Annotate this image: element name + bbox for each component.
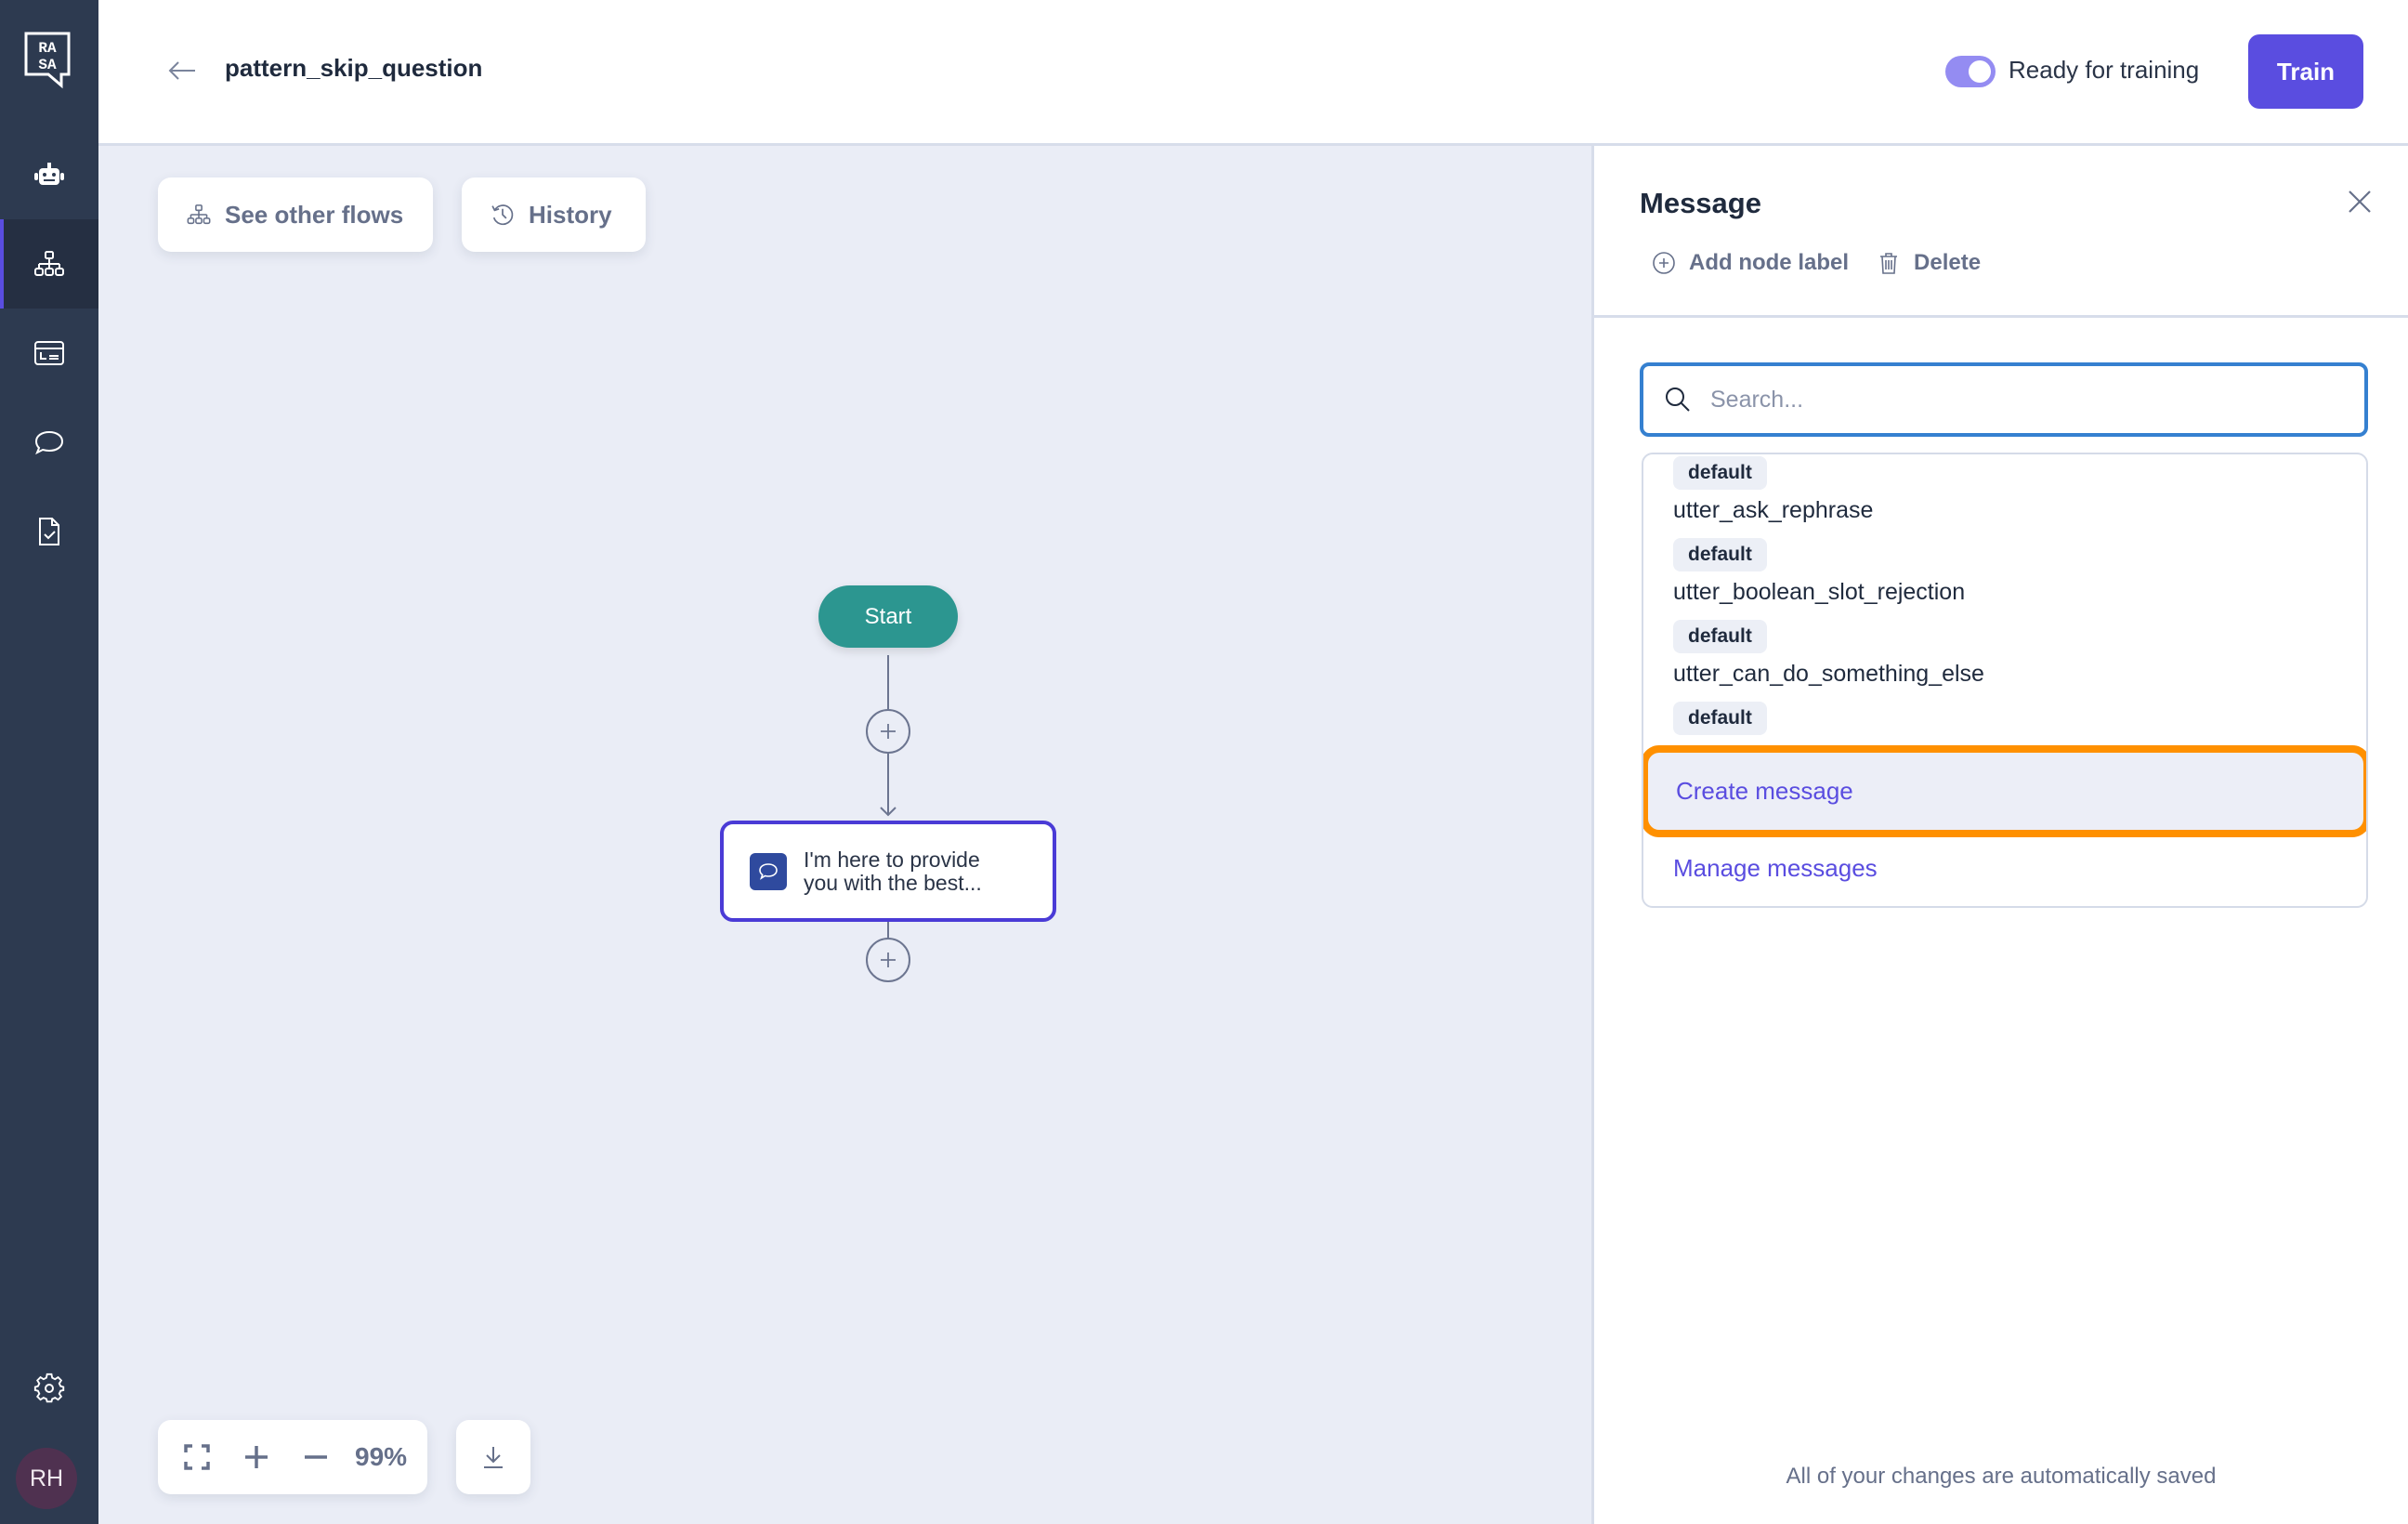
flow-canvas[interactable]: See other flows History Start I'm here t… <box>98 146 1591 1524</box>
zoom-controls: 99% <box>158 1420 427 1494</box>
default-badge: default <box>1673 538 1767 572</box>
sidebar-item-assistant[interactable] <box>0 130 98 219</box>
default-badge: default <box>1673 620 1767 653</box>
zoom-in-icon[interactable] <box>240 1440 273 1474</box>
divider <box>1594 315 2408 318</box>
robot-icon <box>34 163 64 185</box>
page-title: pattern_skip_question <box>225 54 483 82</box>
add-node-label-button[interactable]: Add node label <box>1652 250 1849 276</box>
item-name: utter_boolean_slot_rejection <box>1673 579 1966 605</box>
search-icon <box>1666 388 1690 412</box>
add-step-button[interactable] <box>866 938 910 982</box>
plus-circle-icon <box>1653 252 1675 274</box>
zoom-out-icon[interactable] <box>299 1440 333 1474</box>
document-check-icon <box>39 518 59 545</box>
cms-card-icon <box>34 341 64 365</box>
flow-tree-icon <box>187 204 211 225</box>
item-name: utter_ask_rephrase <box>1673 497 1874 523</box>
arrow-down-icon <box>880 807 896 817</box>
list-item[interactable]: default utter_boolean_slot_rejection <box>1643 538 2366 606</box>
manage-messages-link[interactable]: Manage messages <box>1673 854 1878 883</box>
plus-icon <box>881 952 896 967</box>
sidebar-item-reviews[interactable] <box>0 487 98 576</box>
sidebar-item-settings[interactable] <box>0 1344 98 1433</box>
sidebar: RA SA RH <box>0 0 98 1524</box>
sidebar-item-conversations[interactable] <box>0 398 98 487</box>
add-step-button[interactable] <box>866 709 910 754</box>
chat-bubble-icon <box>759 862 778 880</box>
toggle-label: Ready for training <box>2009 56 2200 84</box>
sidebar-item-flows[interactable] <box>0 219 98 309</box>
download-button[interactable] <box>456 1420 530 1494</box>
add-node-label-text: Add node label <box>1689 250 1850 275</box>
message-panel: Message Add node label Delete default ut… <box>1591 146 2408 1524</box>
svg-text:RA: RA <box>38 40 57 57</box>
see-other-flows-button[interactable]: See other flows <box>158 177 433 252</box>
default-badge: default <box>1673 702 1767 735</box>
flow-tree-icon <box>34 251 64 276</box>
message-node-icon <box>750 852 787 890</box>
history-label: History <box>529 200 612 229</box>
delete-button[interactable]: Delete <box>1877 250 1981 276</box>
ready-for-training-toggle[interactable] <box>1945 56 1996 87</box>
zoom-level: 99% <box>355 1442 408 1471</box>
panel-title: Message <box>1640 187 1761 219</box>
autosave-status: All of your changes are automatically sa… <box>1786 1464 2217 1489</box>
create-message-button[interactable]: Create message <box>1643 745 2366 837</box>
list-item[interactable]: default utter_can_do_something_else <box>1643 620 2366 688</box>
train-button[interactable]: Train <box>2248 34 2363 109</box>
avatar[interactable]: RH <box>16 1448 77 1509</box>
list-item[interactable]: default <box>1643 702 2366 735</box>
arrow-left-icon[interactable] <box>165 56 199 85</box>
item-name: utter_can_do_something_else <box>1673 661 1984 687</box>
edge-line <box>887 655 889 709</box>
search-field[interactable] <box>1640 362 2368 437</box>
fit-view-icon[interactable] <box>180 1440 214 1474</box>
message-node-text: I'm here to provide you with the best... <box>804 847 982 895</box>
chat-bubble-icon <box>34 430 64 455</box>
message-dropdown-list: default utter_ask_rephrase default utter… <box>1642 453 2368 908</box>
trash-icon <box>1880 253 1898 274</box>
svg-text:SA: SA <box>38 57 57 73</box>
delete-label: Delete <box>1914 250 1982 275</box>
download-icon <box>484 1447 503 1468</box>
header: pattern_skip_question Ready for training… <box>98 0 2408 146</box>
sidebar-item-content[interactable] <box>0 309 98 398</box>
start-node[interactable]: Start <box>818 585 958 648</box>
see-other-flows-label: See other flows <box>225 200 404 229</box>
plus-icon <box>881 724 896 739</box>
rasa-logo[interactable]: RA SA <box>24 32 71 89</box>
close-icon[interactable] <box>2345 187 2375 217</box>
gear-icon <box>33 1373 65 1403</box>
default-badge: default <box>1673 456 1767 490</box>
history-button[interactable]: History <box>462 177 646 252</box>
message-node[interactable]: I'm here to provide you with the best... <box>720 821 1056 922</box>
panel-actions: Add node label Delete <box>1652 250 2009 276</box>
list-item[interactable]: default utter_ask_rephrase <box>1643 456 2366 524</box>
search-input[interactable] <box>1710 386 2342 414</box>
history-icon <box>491 204 514 226</box>
